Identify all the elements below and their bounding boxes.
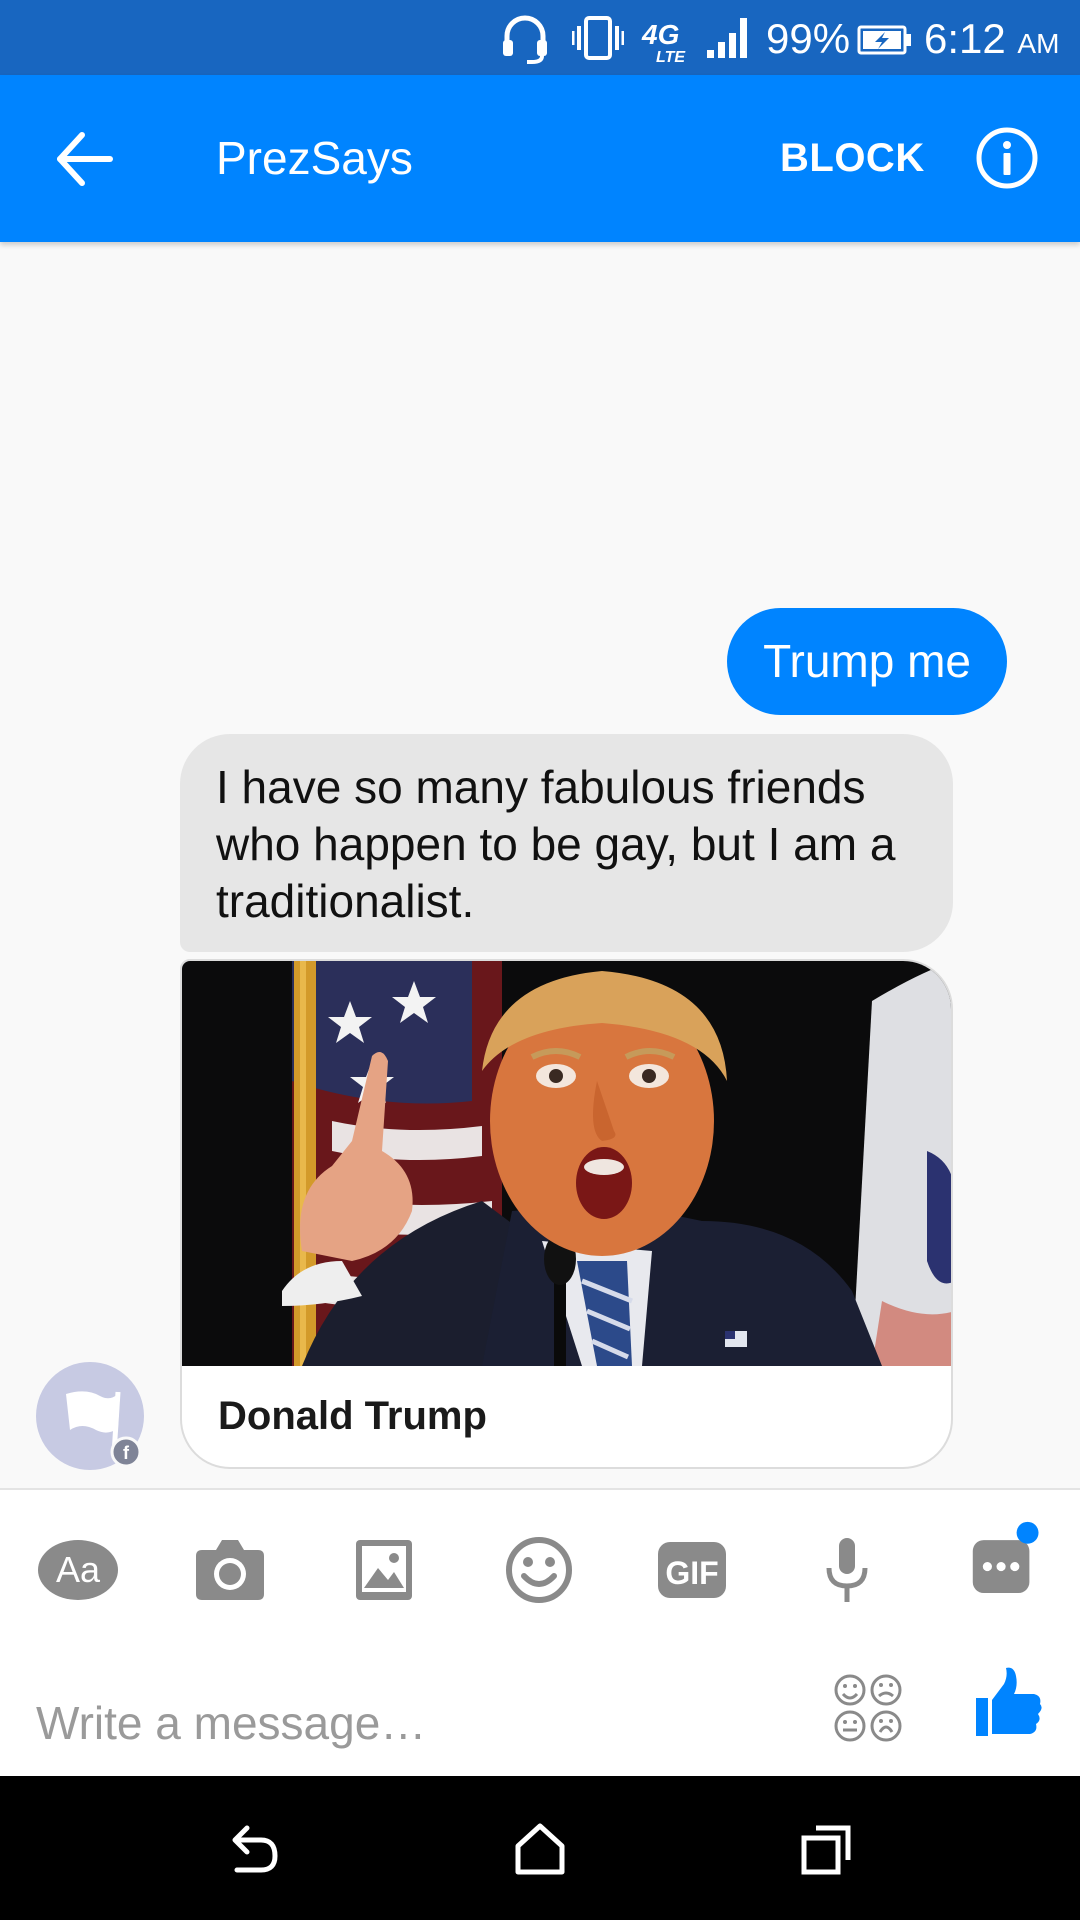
gif-icon[interactable]: GIF <box>650 1528 734 1612</box>
back-arrow-icon[interactable] <box>50 127 120 191</box>
gallery-icon[interactable] <box>342 1528 426 1612</box>
composer: Aa GIF <box>0 1490 1080 1776</box>
sticker-icon[interactable] <box>832 1672 904 1744</box>
text-format-icon[interactable]: Aa <box>36 1528 120 1612</box>
app-bar: PrezSays BLOCK <box>0 75 1080 242</box>
notification-dot <box>1016 1521 1039 1544</box>
battery-charging-icon <box>857 25 911 55</box>
navigation-bar <box>0 1776 1080 1920</box>
card-caption: Donald Trump <box>218 1394 487 1438</box>
clock: 6:12 AM <box>924 14 1059 69</box>
4g-lte-icon: 4G LTE <box>641 19 686 64</box>
status-bar: 4G LTE 99% 6:12 AM <box>0 0 1080 75</box>
sender-avatar[interactable]: f <box>36 1362 144 1470</box>
info-icon[interactable] <box>975 126 1039 190</box>
emoji-icon[interactable] <box>497 1528 581 1612</box>
battery-percentage: 99% <box>766 15 851 62</box>
clock-time: 6:12 <box>924 15 1006 62</box>
card-photo[interactable] <box>182 961 953 1366</box>
camera-icon[interactable] <box>188 1528 272 1612</box>
outgoing-message-bubble[interactable]: Trump me <box>727 608 1007 715</box>
text-format-label: Aa <box>56 1549 101 1590</box>
svg-text:4G: 4G <box>641 19 679 50</box>
headset-icon <box>503 15 547 64</box>
recents-icon[interactable] <box>798 1818 858 1878</box>
microphone-icon[interactable] <box>805 1528 889 1612</box>
back-icon[interactable] <box>223 1818 283 1878</box>
signal-icon <box>707 18 747 58</box>
image-card[interactable]: Donald Trump <box>180 959 953 1469</box>
gif-label: GIF <box>665 1555 718 1591</box>
clock-ampm: AM <box>1017 28 1060 59</box>
vibrate-icon <box>572 16 624 60</box>
more-icon[interactable] <box>960 1520 1044 1604</box>
svg-text:LTE: LTE <box>656 49 686 64</box>
block-button[interactable]: BLOCK <box>780 132 925 184</box>
message-input[interactable] <box>36 1688 776 1758</box>
svg-text:f: f <box>123 1443 130 1463</box>
home-icon[interactable] <box>510 1818 570 1878</box>
thumbs-up-icon[interactable] <box>970 1666 1044 1740</box>
conversation-title[interactable]: PrezSays <box>216 130 413 186</box>
incoming-message-bubble[interactable]: I have so many fabulous friends who happ… <box>180 734 953 952</box>
